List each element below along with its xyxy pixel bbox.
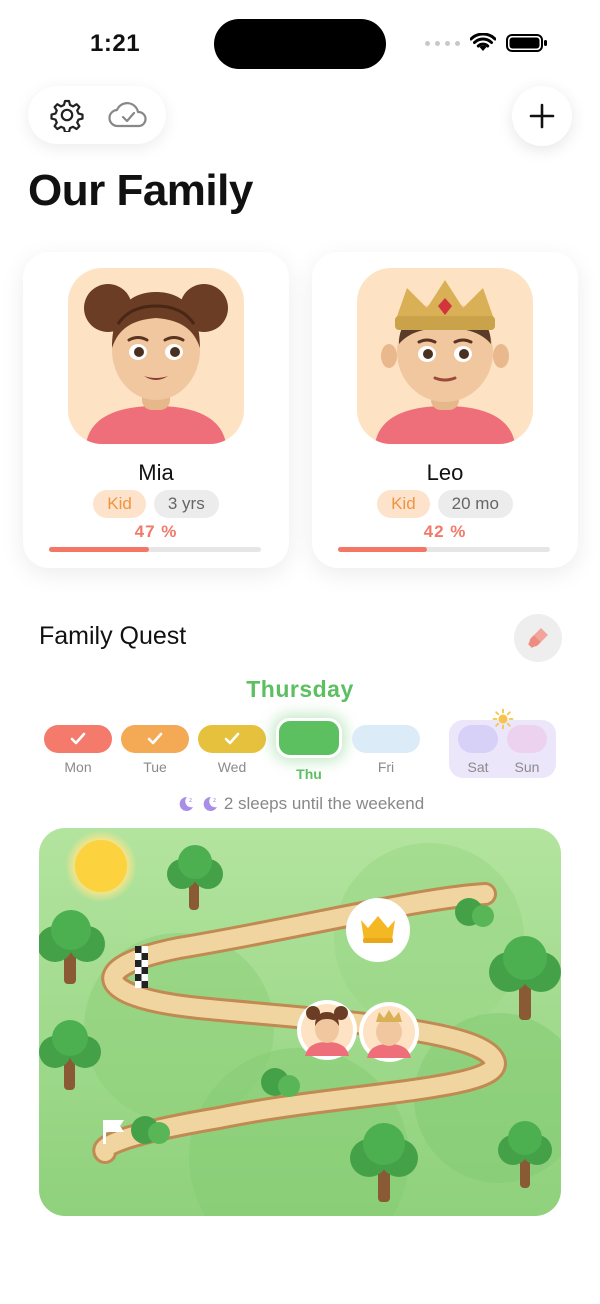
gear-icon <box>49 99 84 132</box>
battery-icon <box>506 34 547 52</box>
profile-tags: Kid 20 mo <box>312 490 578 518</box>
day-label: Fri <box>377 759 395 775</box>
avatar-leo <box>357 268 533 444</box>
day-wed[interactable]: Wed <box>198 725 266 775</box>
progress-bar <box>338 547 550 552</box>
add-member-button[interactable] <box>512 86 572 146</box>
profile-name: Mia <box>138 460 174 485</box>
day-chip-current <box>276 718 342 758</box>
progress-percent: 42 % <box>423 522 467 541</box>
checkered-flag-icon <box>135 946 148 988</box>
day-fri[interactable]: Fri <box>352 725 420 775</box>
day-chip <box>198 725 266 753</box>
day-chip <box>507 725 547 753</box>
page-title: Our Family <box>28 166 253 215</box>
day-mon[interactable]: Mon <box>44 725 112 775</box>
sleeps-text: 2 sleeps until the weekend <box>223 794 425 813</box>
checkmark-icon <box>224 732 240 745</box>
day-chip <box>352 725 420 753</box>
section-title: Family Quest <box>39 622 187 650</box>
day-thu[interactable]: Thu <box>276 718 342 782</box>
quest-map[interactable] <box>39 828 561 1216</box>
day-sun[interactable]: Sun <box>507 725 547 775</box>
cloud-sync-button[interactable] <box>106 93 150 137</box>
day-label: Thu <box>296 766 322 782</box>
avatar-marker-leo[interactable] <box>359 1002 419 1062</box>
role-tag: Kid <box>93 490 146 518</box>
day-label: Wed <box>217 759 247 775</box>
profile-name: Leo <box>426 460 464 485</box>
day-label: Tue <box>143 759 167 775</box>
age-tag: 20 mo <box>437 490 513 518</box>
avatar-mia <box>68 268 244 444</box>
day-label: Sun <box>514 759 540 775</box>
checkmark-icon <box>147 732 163 745</box>
profile-tags: Kid 3 yrs <box>23 490 289 518</box>
day-sat[interactable]: Sat <box>458 725 498 775</box>
signal-icon <box>425 40 460 46</box>
current-day-title: Thursday <box>246 676 354 702</box>
wifi-icon <box>470 33 496 51</box>
day-label: Mon <box>64 759 92 775</box>
top-controls <box>28 86 166 144</box>
day-chip <box>121 725 189 753</box>
crown-icon[interactable] <box>346 898 410 962</box>
dynamic-island <box>214 19 386 69</box>
plus-icon <box>529 103 555 129</box>
progress-bar <box>49 547 261 552</box>
moon-icon: z <box>203 796 217 811</box>
day-label: Sat <box>467 759 489 775</box>
sun-icon <box>65 830 137 902</box>
svg-text:z: z <box>189 797 192 804</box>
settings-button[interactable] <box>45 93 89 137</box>
moon-icon: z <box>179 796 193 811</box>
age-tag: 3 yrs <box>153 490 219 518</box>
status-icons <box>425 33 548 53</box>
progress-percent: 47 % <box>134 522 178 541</box>
progress-fill <box>338 547 428 552</box>
day-tue[interactable]: Tue <box>121 725 189 775</box>
status-time: 1:21 <box>90 30 141 57</box>
paintbrush-icon <box>528 628 548 648</box>
progress-fill <box>49 547 149 552</box>
day-chip <box>458 725 498 753</box>
sleeps-counter: z z 2 sleeps until the weekend <box>0 794 600 814</box>
customize-button[interactable] <box>514 614 562 662</box>
avatar-marker-mia[interactable] <box>297 1000 357 1060</box>
profile-card-mia[interactable]: Mia Kid 3 yrs 47 % <box>23 252 289 568</box>
svg-text:z: z <box>213 797 216 804</box>
day-chip <box>44 725 112 753</box>
cloud-check-icon <box>107 102 147 128</box>
profile-card-leo[interactable]: Leo Kid 20 mo 42 % <box>312 252 578 568</box>
role-tag: Kid <box>377 490 430 518</box>
checkmark-icon <box>70 732 86 745</box>
